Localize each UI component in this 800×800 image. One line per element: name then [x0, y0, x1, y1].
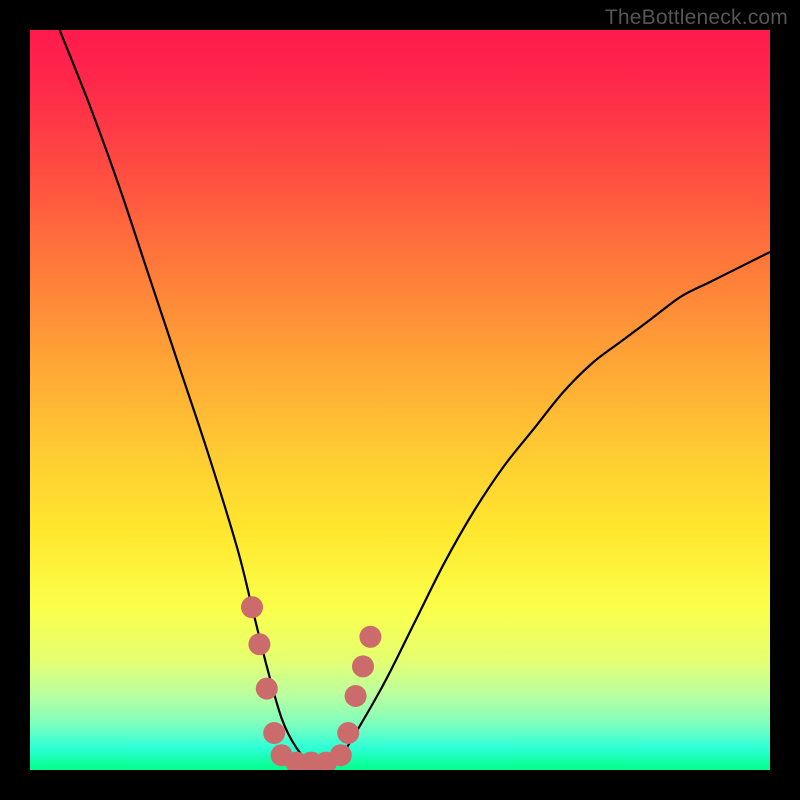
- valley-marker: [256, 678, 278, 700]
- valley-marker: [359, 626, 381, 648]
- curve-svg: [30, 30, 770, 770]
- valley-marker: [352, 655, 374, 677]
- valley-marker: [337, 722, 359, 744]
- watermark-text: TheBottleneck.com: [605, 6, 788, 30]
- valley-marker: [241, 596, 263, 618]
- valley-marker: [330, 744, 352, 766]
- valley-markers: [241, 596, 381, 770]
- plot-area: [30, 30, 770, 770]
- chart-stage: TheBottleneck.com: [0, 0, 800, 800]
- valley-marker: [248, 633, 270, 655]
- valley-marker: [345, 685, 367, 707]
- valley-marker: [263, 722, 285, 744]
- bottleneck-curve: [60, 30, 770, 764]
